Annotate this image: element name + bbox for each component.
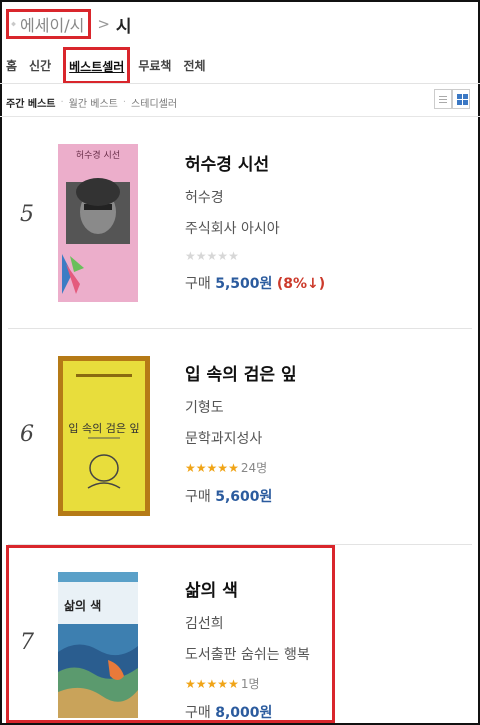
star-icon: ★: [217, 460, 229, 475]
highlight-box: [6, 545, 335, 723]
category-tabs: 홈 신간 베스트셀러 무료책 전체: [6, 46, 218, 84]
book-cover[interactable]: 입 속의 검은 잎: [58, 356, 150, 516]
star-icon: ★: [185, 249, 196, 263]
subtab-separator: ·: [122, 97, 127, 108]
star-icon: ★: [185, 460, 196, 475]
rating-stars: ★ ★ ★ ★ ★: [185, 249, 325, 263]
tab-home[interactable]: 홈: [6, 57, 17, 74]
book-row[interactable]: 6 입 속의 검은 잎 입 속의 검은 잎 기형도 문학과지성사 ★ ★ ★ ★ ★ 2…: [0, 328, 480, 544]
breadcrumb-parent[interactable]: 에세이/시: [20, 12, 84, 36]
subtab-weekly[interactable]: 주간 베스트: [6, 95, 55, 110]
breadcrumb-current: 시: [115, 16, 132, 37]
book-cover[interactable]: 허수경 시선: [58, 144, 138, 302]
price-line: 구매 5,600원: [185, 486, 297, 506]
price-value: 5,600원: [215, 489, 273, 505]
subtab-separator: ·: [60, 97, 64, 108]
subtab-steady[interactable]: 스테디셀러: [131, 95, 177, 110]
price-label: 구매: [185, 489, 211, 505]
tab-new[interactable]: 신간: [29, 57, 51, 74]
subtab-monthly[interactable]: 월간 베스트: [69, 95, 118, 110]
book-title[interactable]: 허수경 시선: [185, 150, 325, 175]
book-row[interactable]: 5 허수경 시선 허수경 시선 허수경 주식회사 아시아 ★ ★ ★ ★ ★ 구매 5,…: [0, 118, 480, 328]
rating-stars: ★ ★ ★ ★ ★ 24명: [185, 459, 297, 476]
book-author[interactable]: 기형도: [185, 397, 297, 417]
discount-rate: (8%↓): [276, 276, 326, 292]
grid-view-icon[interactable]: [452, 89, 470, 109]
star-icon: ★: [206, 249, 218, 263]
price-value: 5,500원: [215, 276, 273, 292]
breadcrumb: ⬩ 에세이/시 > 시: [6, 9, 132, 39]
star-icon: ★: [195, 249, 207, 263]
view-toggle: [434, 89, 470, 109]
price-label: 구매: [185, 276, 211, 292]
tab-free[interactable]: 무료책: [138, 57, 171, 74]
book-cover-art: 입 속의 검은 잎: [58, 356, 150, 516]
tab-bestseller[interactable]: 베스트셀러: [63, 46, 131, 84]
review-count: 24명: [240, 461, 268, 475]
star-icon: ★: [195, 460, 207, 475]
tab-all[interactable]: 전체: [183, 57, 205, 74]
book-info: 입 속의 검은 잎 기형도 문학과지성사 ★ ★ ★ ★ ★ 24명 구매 5,600원: [185, 360, 297, 506]
home-drop-icon: ⬩: [11, 16, 17, 32]
book-title[interactable]: 입 속의 검은 잎: [185, 360, 297, 385]
tab-divider: [0, 83, 480, 84]
book-info: 허수경 시선 허수경 주식회사 아시아 ★ ★ ★ ★ ★ 구매 5,500원 (8%↓…: [185, 150, 325, 293]
price-line: 구매 5,500원 (8%↓): [185, 273, 325, 293]
star-icon: ★: [206, 460, 218, 475]
star-icon: ★: [217, 249, 229, 263]
bestseller-subtabs: 주간 베스트 · 월간 베스트 · 스테디셀러: [6, 95, 177, 110]
breadcrumb-separator-icon: >: [97, 15, 110, 33]
book-publisher[interactable]: 주식회사 아시아: [185, 218, 325, 238]
list-view-icon[interactable]: [434, 89, 452, 109]
rank-number: 6: [20, 422, 34, 447]
cover-title: 입 속의 검은 잎: [68, 422, 139, 435]
star-icon: ★: [228, 460, 239, 475]
book-publisher[interactable]: 문학과지성사: [185, 428, 297, 448]
rank-number: 5: [20, 202, 34, 227]
subtab-divider: [0, 116, 480, 117]
book-cover-art: 허수경 시선: [58, 144, 138, 302]
star-icon: ★: [228, 249, 239, 263]
cover-title: 허수경 시선: [76, 149, 120, 161]
category-highlight: ⬩ 에세이/시: [6, 9, 92, 39]
book-author[interactable]: 허수경: [185, 187, 325, 207]
